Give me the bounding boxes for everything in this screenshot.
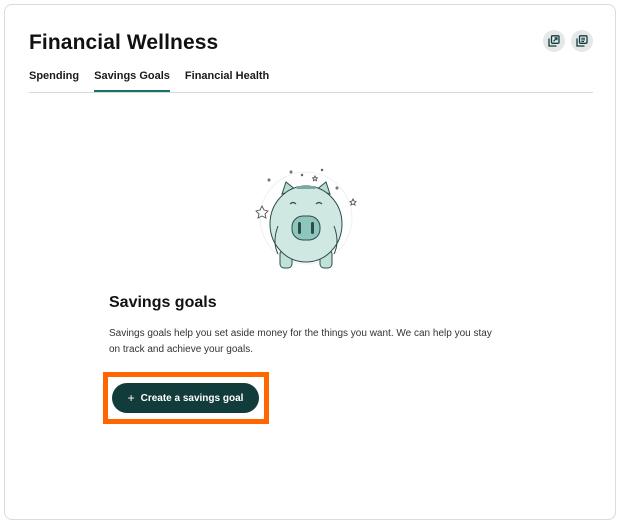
piggy-bank-illustration <box>252 166 364 274</box>
header-actions <box>543 30 593 52</box>
open-in-new-window-icon <box>548 35 560 47</box>
tab-financial-health[interactable]: Financial Health <box>185 68 269 92</box>
tab-savings-goals[interactable]: Savings Goals <box>94 68 170 92</box>
plus-icon: + <box>127 391 135 405</box>
section-description: Savings goals help you set aside money f… <box>109 328 492 355</box>
tab-spending[interactable]: Spending <box>29 68 79 92</box>
create-savings-goal-label: Create a savings goal <box>140 392 244 404</box>
page-title: Financial Wellness <box>29 31 219 54</box>
copy-icon <box>576 35 588 47</box>
create-savings-goal-button[interactable]: + Create a savings goal <box>112 383 259 413</box>
open-in-new-window-button[interactable] <box>543 30 565 52</box>
savings-goals-empty-state: Savings goals Savings goals help you set… <box>109 294 529 358</box>
copy-button[interactable] <box>571 30 593 52</box>
section-title: Savings goals <box>109 294 217 311</box>
tab-bar: Spending Savings Goals Financial Health <box>29 68 593 93</box>
